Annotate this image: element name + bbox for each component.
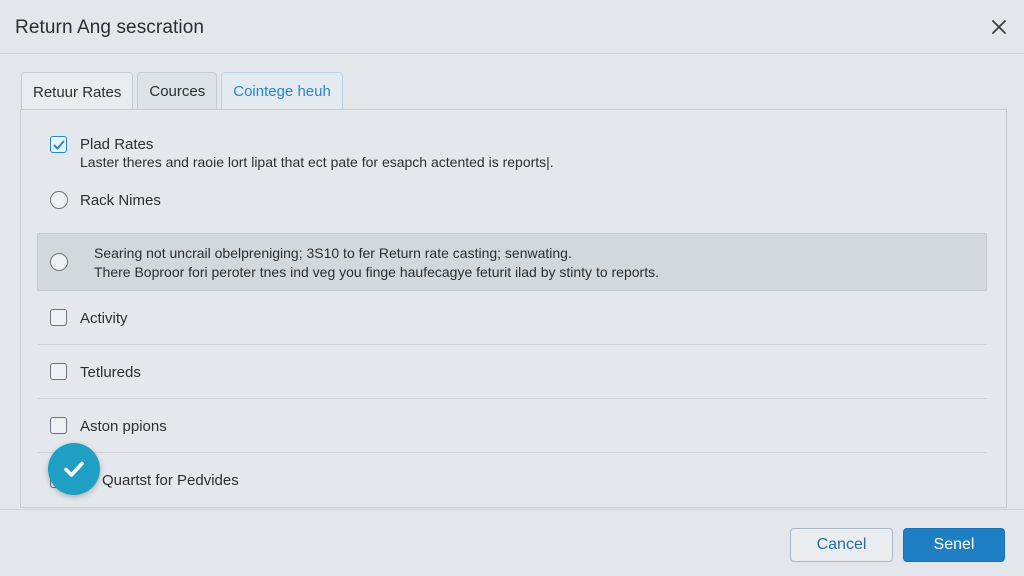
options-panel: Plad Rates Laster theres and raoie lort … — [20, 109, 1007, 508]
option-activity: Activity — [38, 308, 988, 330]
note-radio[interactable] — [50, 253, 68, 271]
close-icon — [992, 20, 1006, 34]
option-rack-names: Rack Nimes — [38, 190, 988, 212]
tetlureds-label: Tetlureds — [80, 364, 141, 381]
option-aston-ppions: Aston ppions — [38, 416, 988, 438]
cancel-button[interactable]: Cancel — [790, 528, 893, 562]
divider — [38, 452, 987, 453]
rack-names-label: Rack Nimes — [80, 192, 161, 209]
divider — [38, 398, 987, 399]
dialog: Return Ang sescration Retuur Rates Courc… — [0, 0, 1024, 576]
divider — [38, 344, 987, 345]
activity-label: Activity — [80, 310, 128, 327]
rack-names-radio[interactable] — [50, 191, 68, 209]
primary-button[interactable]: Senel — [903, 528, 1005, 562]
tab-sources[interactable]: Cources — [137, 72, 218, 110]
tab-return-rates[interactable]: Retuur Rates — [21, 72, 134, 111]
option-tetlureds: Tetlureds — [38, 362, 988, 384]
dialog-footer: Cancel Senel — [0, 509, 1024, 576]
quartst-label: Quartst for Pedvides — [102, 472, 239, 489]
note-line-1: Searing not uncrail obelpreniging; 3S10 … — [94, 245, 572, 261]
dialog-title: Return Ang sescration — [15, 17, 205, 38]
check-icon — [53, 140, 64, 149]
checkmark-icon — [64, 461, 84, 477]
close-button[interactable] — [986, 14, 1012, 40]
aston-ppions-checkbox[interactable] — [50, 417, 67, 434]
note-line-2: There Boproor fori peroter tnes ind veg … — [94, 264, 659, 280]
info-note: Searing not uncrail obelpreniging; 3S10 … — [37, 233, 987, 291]
plaid-rates-description: Laster theres and raoie lort lipat that … — [80, 154, 554, 170]
title-bar: Return Ang sescration — [0, 0, 1024, 54]
option-quartst: Quartst for Pedvides — [38, 470, 988, 492]
plaid-rates-checkbox[interactable] — [50, 136, 67, 153]
plaid-rates-label: Plad Rates — [80, 136, 154, 153]
confirm-fab[interactable] — [48, 443, 100, 495]
tab-cointege[interactable]: Cointege heuh — [221, 72, 343, 110]
aston-ppions-label: Aston ppions — [80, 418, 167, 435]
option-plaid-rates: Plad Rates Laster theres and raoie lort … — [38, 136, 988, 176]
activity-checkbox[interactable] — [50, 309, 67, 326]
tetlureds-checkbox[interactable] — [50, 363, 67, 380]
tab-bar: Retuur Rates Cources Cointege heuh — [21, 72, 347, 111]
